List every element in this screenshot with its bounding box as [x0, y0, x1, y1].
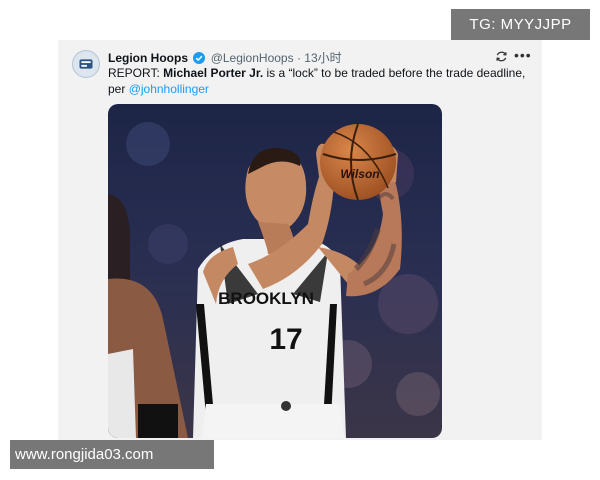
jersey-number: 17 [269, 323, 302, 356]
mention-link[interactable]: @johnhollinger [129, 82, 209, 96]
tweet-card[interactable]: Legion Hoops @LegionHoops · 13小时 ••• REP… [58, 40, 542, 440]
player-photo: BROOKLYN 17 Wilson [108, 104, 442, 438]
watermark-top: TG: MYYJJPP [451, 9, 590, 40]
watermark-bottom: www.rongjida03.com [10, 440, 214, 469]
sync-icon[interactable] [495, 50, 508, 63]
avatar[interactable] [72, 50, 100, 78]
verified-badge-icon [193, 52, 206, 64]
tweet-text: REPORT: Michael Porter Jr. is a “lock” t… [108, 65, 528, 97]
display-name[interactable]: Legion Hoops [108, 51, 188, 65]
tweet-photo[interactable]: BROOKLYN 17 Wilson [108, 104, 442, 438]
separator: · [296, 51, 301, 65]
text-prefix: REPORT: [108, 66, 164, 80]
tweet-header: Legion Hoops @LegionHoops · 13小时 [108, 49, 342, 66]
handle[interactable]: @LegionHoops [211, 51, 294, 65]
jersey-text: BROOKLYN [218, 289, 314, 308]
player-name: Michael Porter Jr. [163, 66, 264, 80]
legion-hoops-logo [73, 51, 99, 77]
more-icon[interactable]: ••• [514, 48, 532, 62]
basketball [320, 124, 396, 200]
timestamp[interactable]: 13小时 [304, 51, 341, 65]
ball-brand-text: Wilson [340, 167, 379, 181]
